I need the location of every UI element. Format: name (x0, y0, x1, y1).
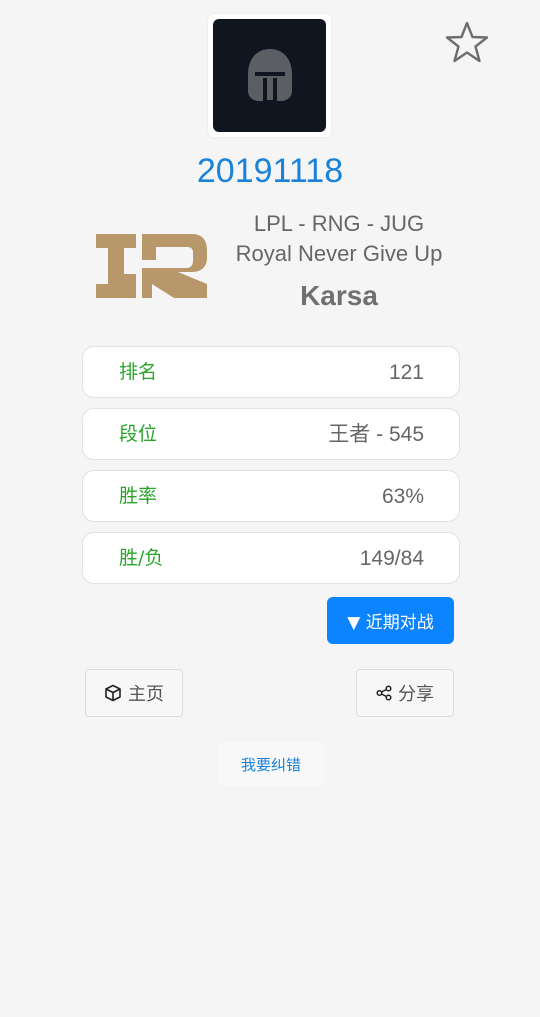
stat-value: 121 (388, 361, 424, 384)
star-icon (445, 21, 489, 63)
report-error-label: 我要纠错 (240, 755, 301, 774)
stat-row-win-loss: 胜/负 149/84 (82, 532, 460, 584)
stat-row-winrate: 胜率 63% (82, 470, 460, 522)
stat-row-tier: 段位 王者 - 545 (82, 408, 460, 460)
home-label: 主页 (128, 684, 164, 705)
stat-label: 胜/负 (119, 547, 164, 569)
share-label: 分享 (398, 684, 434, 705)
avatar-image (213, 19, 326, 132)
team-name: Royal Never Give Up (235, 241, 443, 266)
stat-value: 王者 - 545 (328, 423, 424, 446)
home-button[interactable]: 主页 (85, 669, 183, 717)
cube-icon (104, 684, 122, 702)
helmet-icon (247, 48, 292, 101)
stat-value: 149/84 (359, 547, 424, 570)
share-icon (376, 685, 392, 701)
player-id: 20191118 (196, 152, 344, 190)
player-avatar (208, 14, 331, 137)
report-error-link[interactable]: 我要纠错 (218, 742, 324, 786)
favorite-button[interactable] (444, 20, 490, 66)
player-nickname: Karsa (300, 280, 378, 311)
team-logo (94, 228, 210, 302)
recent-matches-label: ▼ 近期对战 (347, 613, 434, 633)
stat-row-rank: 排名 121 (82, 346, 460, 398)
stat-label: 排名 (119, 361, 158, 383)
rng-logo (96, 234, 207, 298)
league-role-line: LPL - RNG - JUG (253, 211, 425, 236)
stat-label: 段位 (119, 423, 158, 445)
share-button[interactable]: 分享 (356, 669, 454, 717)
stat-label: 胜率 (119, 485, 158, 507)
recent-matches-button[interactable]: ▼ 近期对战 (327, 597, 454, 644)
stat-value: 63% (381, 485, 424, 508)
